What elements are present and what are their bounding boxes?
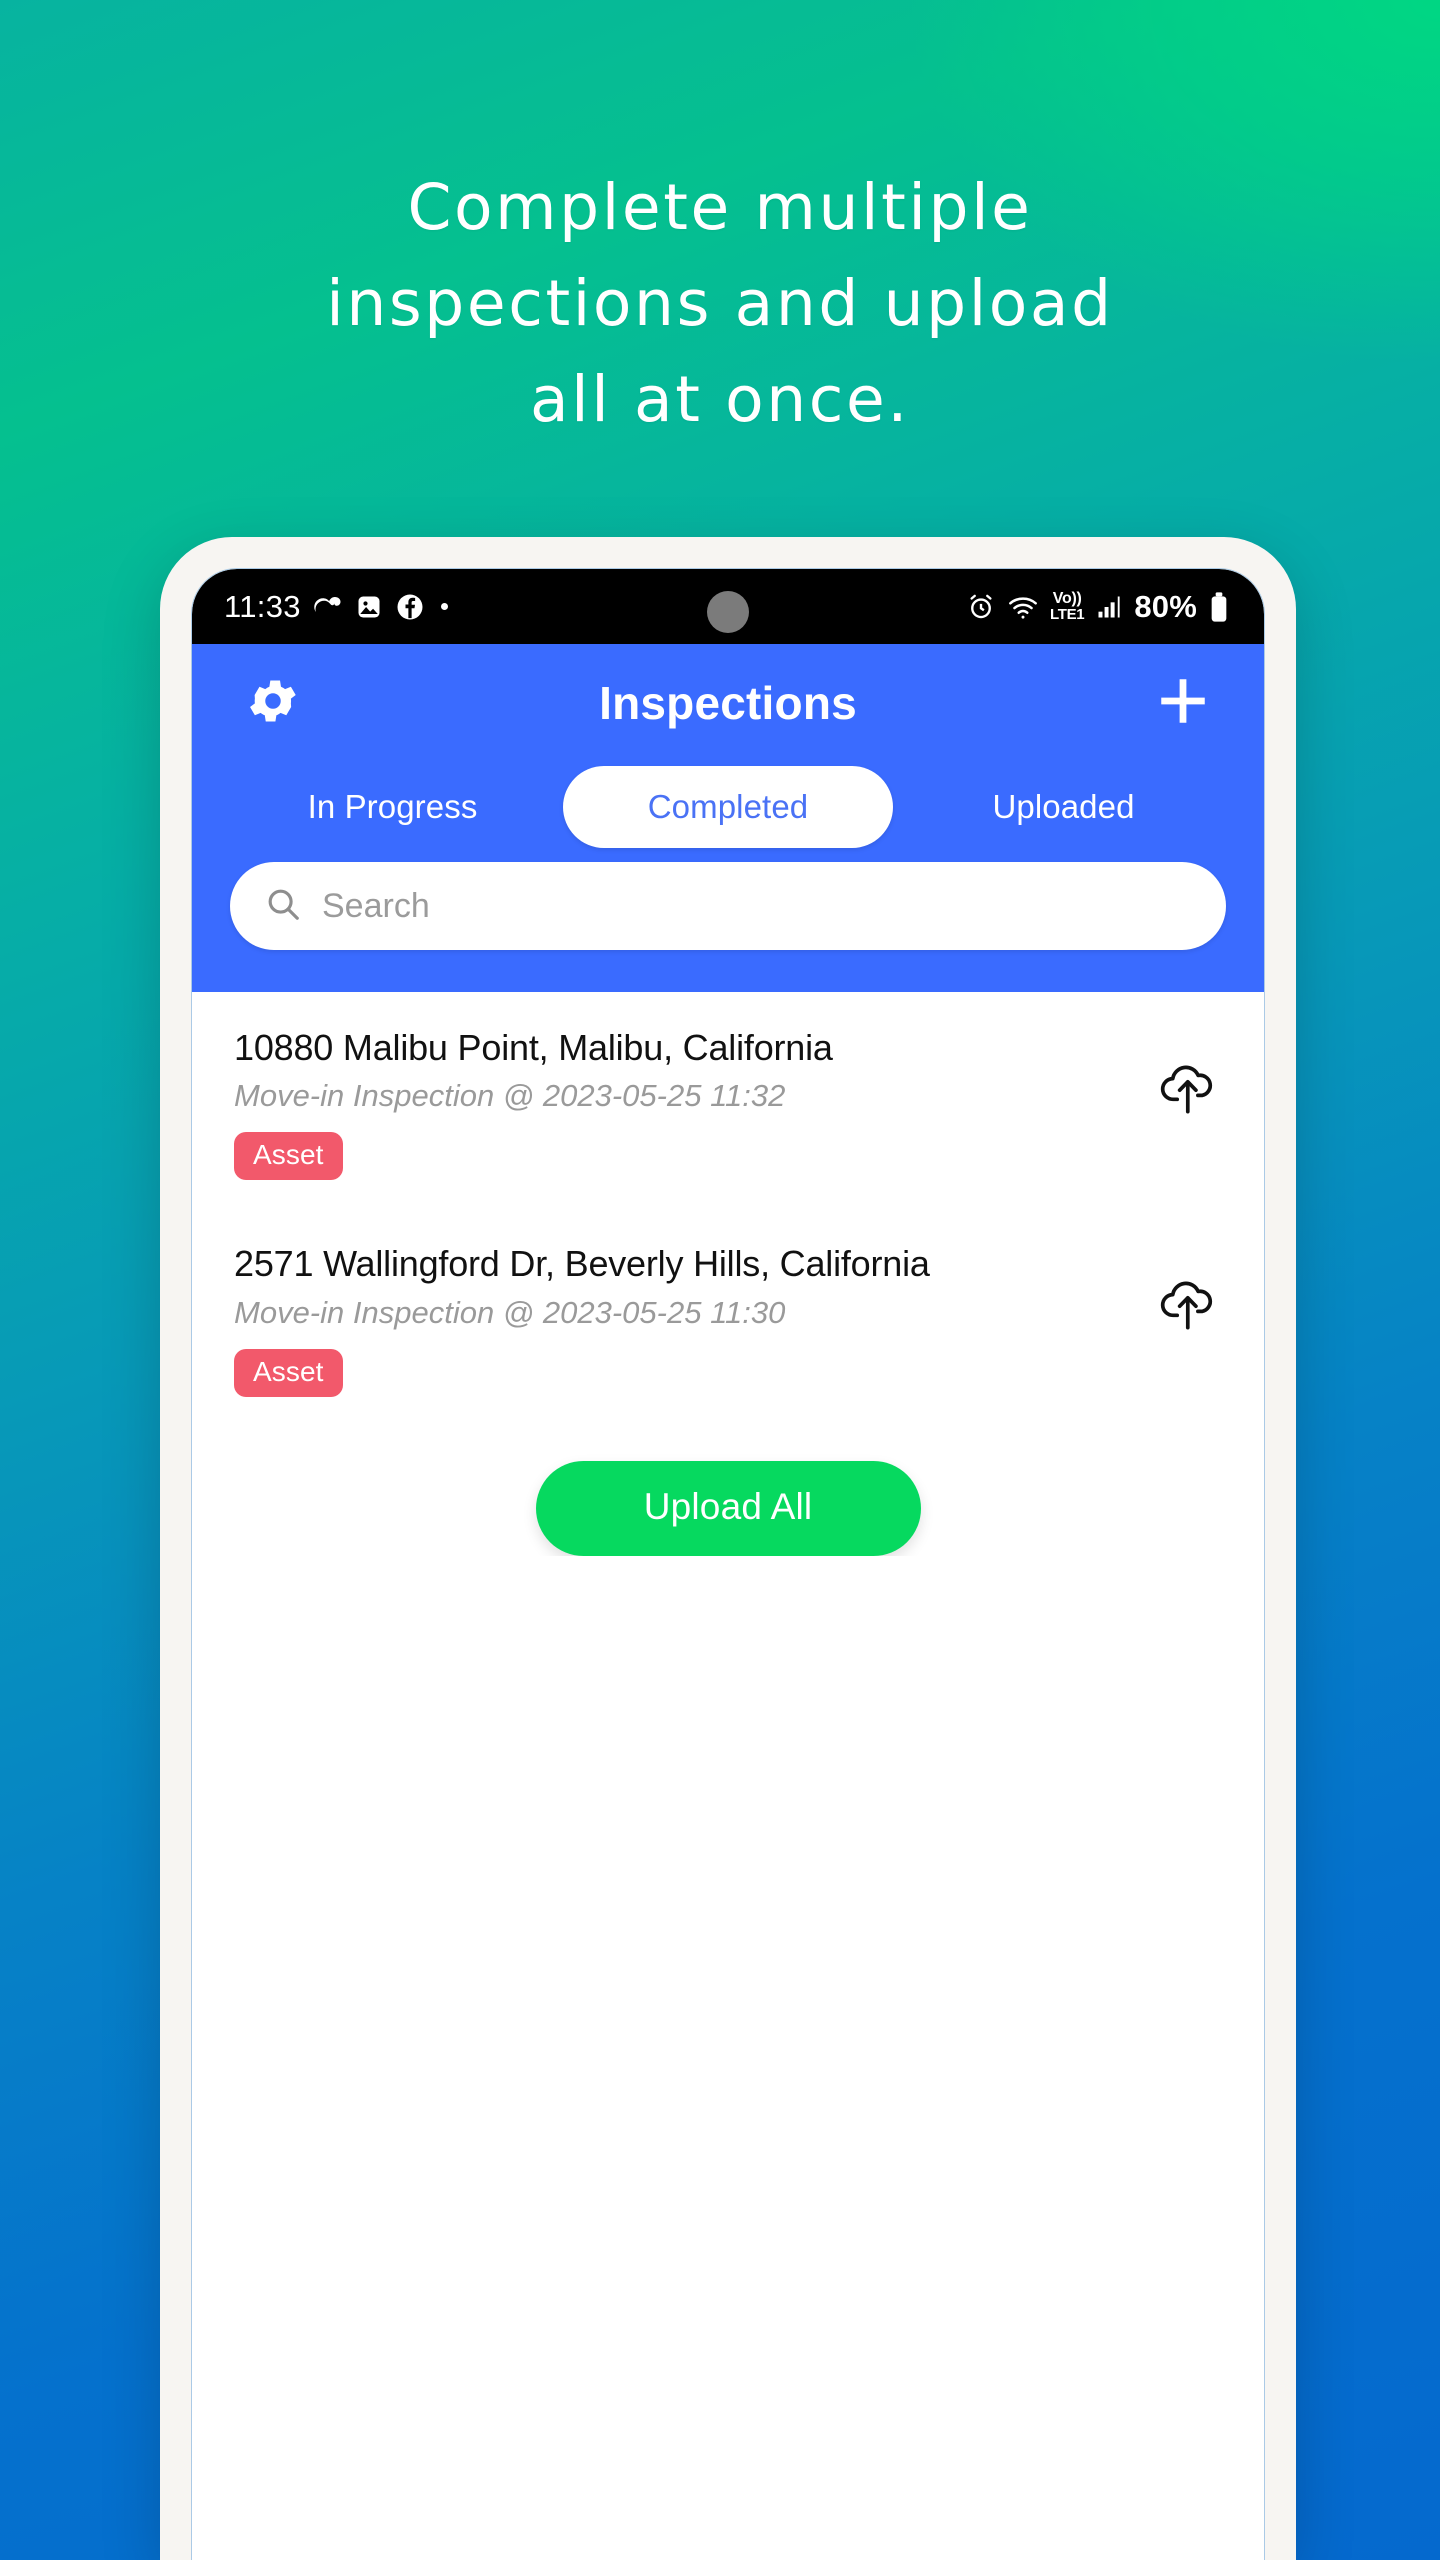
tab-completed[interactable]: Completed (563, 766, 893, 848)
cloud-upload-icon (1158, 1065, 1222, 1120)
tab-bar: In Progress Completed Uploaded (192, 762, 1264, 848)
volte-top-label: Vo)) (1052, 590, 1082, 607)
facebook-icon (395, 592, 425, 622)
promo-headline: Complete multiple inspections and upload… (0, 160, 1440, 448)
cloud-upload-icon (1158, 1281, 1222, 1336)
status-badge: Asset (234, 1132, 343, 1181)
upload-item-button[interactable] (1158, 1026, 1222, 1121)
list-item[interactable]: 10880 Malibu Point, Malibu, California M… (192, 992, 1264, 1208)
tab-uploaded[interactable]: Uploaded (893, 766, 1234, 848)
headline-line-1: Complete multiple (407, 171, 1033, 244)
upload-all-container: Upload All (192, 1424, 1264, 1556)
battery-icon (1208, 591, 1230, 623)
phone-mockup: 11:33 Vo)) LTE1 80% Inspections In Progr… (160, 537, 1296, 2560)
volte-icon: Vo)) LTE1 (1049, 590, 1085, 623)
app-bar: Inspections In Progress Completed Upload… (192, 644, 1264, 992)
search-icon (264, 885, 302, 928)
settings-button[interactable] (236, 666, 310, 740)
volte-bottom-label: LTE1 (1049, 606, 1085, 623)
inspection-detail: Move-in Inspection @ 2023-05-25 11:30 (234, 1294, 786, 1330)
messenger-icon (313, 592, 343, 622)
headline-line-3: all at once. (529, 363, 911, 436)
page-title: Inspections (599, 677, 857, 729)
gear-icon (244, 672, 302, 735)
gallery-icon (355, 593, 383, 621)
empty-list-space (192, 1555, 1264, 2560)
headline-line-2: inspections and upload (326, 267, 1114, 340)
status-bar-time: 11:33 (224, 588, 301, 624)
inspection-detail: Move-in Inspection @ 2023-05-25 11:32 (234, 1078, 786, 1114)
list-item[interactable]: 2571 Wallingford Dr, Beverly Hills, Cali… (192, 1208, 1264, 1424)
wifi-icon (1007, 592, 1039, 622)
battery-percent-label: 80% (1134, 588, 1197, 624)
search-input[interactable]: Search (230, 862, 1226, 950)
dot-icon (440, 603, 448, 610)
alarm-icon (966, 592, 996, 622)
phone-screen: 11:33 Vo)) LTE1 80% Inspections In Progr… (191, 568, 1265, 2560)
plus-icon (1154, 672, 1212, 735)
status-bar: 11:33 Vo)) LTE1 80% (192, 569, 1264, 644)
upload-item-button[interactable] (1158, 1242, 1222, 1337)
search-placeholder: Search (322, 886, 430, 925)
status-badge: Asset (234, 1348, 343, 1397)
inspection-address: 10880 Malibu Point, Malibu, California (234, 1027, 833, 1068)
inspection-list: 10880 Malibu Point, Malibu, California M… (192, 992, 1264, 1425)
tab-in-progress[interactable]: In Progress (222, 766, 563, 848)
upload-all-button[interactable]: Upload All (535, 1460, 921, 1556)
signal-icon (1095, 593, 1123, 621)
search-container: Search (192, 848, 1264, 976)
camera-notch (707, 591, 749, 633)
inspection-address: 2571 Wallingford Dr, Beverly Hills, Cali… (234, 1243, 930, 1285)
add-inspection-button[interactable] (1146, 666, 1220, 740)
